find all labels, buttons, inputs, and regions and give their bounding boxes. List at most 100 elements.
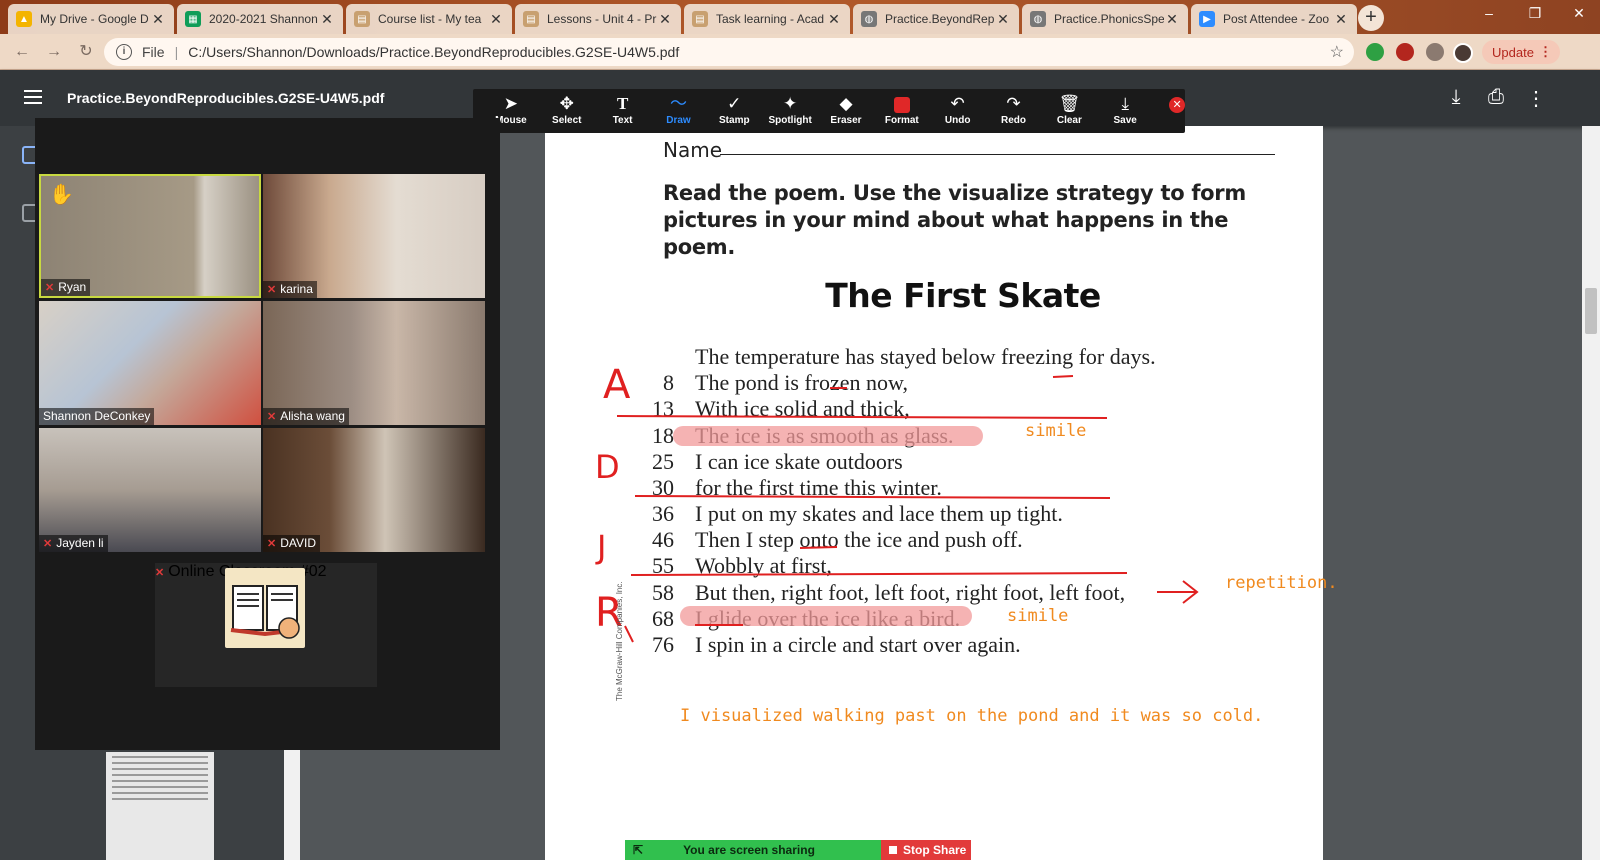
stop-share-button[interactable]: Stop Share [881,840,971,860]
page-scrollbar[interactable] [1582,126,1600,860]
mic-muted-icon: ✕ [267,410,277,423]
reload-icon[interactable]: ↻ [76,42,96,62]
participant-name: ✕ Jayden li [39,535,108,552]
browser-tab[interactable]: ▲ My Drive - Google D ✕ [8,4,174,34]
note-visualized: I visualized walking past on the pond an… [680,706,1264,726]
page-thumbnail[interactable] [106,752,214,860]
browser-tab[interactable]: ◍ Practice.PhonicsSpe ✕ [1022,4,1188,34]
tool-eraser[interactable]: ◆ Eraser [818,89,874,133]
text-icon: T [616,94,629,113]
profile-avatar[interactable] [1453,43,1473,63]
tool-clear[interactable]: 🗑 Clear [1041,89,1097,133]
download-icon[interactable]: ⤓ [1444,86,1468,109]
tool-spotlight[interactable]: ✦ Spotlight [762,89,818,133]
tool-draw[interactable]: 〜 Draw [651,89,707,133]
mic-muted-icon: ✕ [267,537,277,550]
close-tab-icon[interactable]: ✕ [1164,11,1180,28]
redo-icon: ↷ [1006,94,1021,113]
participant-video-tile[interactable]: Shannon DeConkey [39,301,261,425]
minimize-icon[interactable]: – [1466,0,1512,28]
participant-video-tile[interactable]: ✕ DAVID [263,428,485,552]
close-window-icon[interactable]: ✕ [1556,0,1600,28]
google-drive-icon: ▲ [16,11,32,27]
name-line [720,154,1275,155]
checkmark-icon: ✓ [727,94,742,113]
classroom-tile[interactable]: ✕Online Classroom #02 [155,563,377,687]
spotlight-icon: ✦ [783,94,798,113]
menu-dots-icon: ⋮ [1539,44,1552,59]
undo-icon: ↶ [950,94,965,113]
globe-icon: ◍ [861,11,877,27]
tool-undo[interactable]: ↶ Undo [930,89,986,133]
note-simile-2: simile [1007,606,1069,626]
instructions: Read the poem. Use the visualize strateg… [663,181,1246,259]
tab-label: Lessons - Unit 4 - Pr [547,12,657,26]
close-tab-icon[interactable]: ✕ [150,11,166,28]
zoom-gallery-view: ✋ ✕ Ryan ✕ karina Shannon DeConkey ✕ Alisha… [35,118,500,750]
tool-redo[interactable]: ↷ Redo [986,89,1042,133]
google-sheets-icon: ▦ [185,11,201,27]
participant-video-tile[interactable]: ✕ karina [263,174,485,298]
menu-icon[interactable] [24,90,42,104]
tab-label: My Drive - Google D [40,12,149,26]
back-icon[interactable]: ← [12,42,32,62]
tool-save[interactable]: ⤓ Save [1097,89,1153,133]
tool-format[interactable]: Format [874,89,930,133]
copyright-credit: The McGraw-Hill Companies, Inc. [615,581,624,701]
close-tab-icon[interactable]: ✕ [488,11,504,28]
tool-stamp[interactable]: ✓ Stamp [706,89,762,133]
save-icon: ⤓ [1121,94,1129,113]
participant-video-tile[interactable]: ✋ ✕ Ryan [39,174,261,298]
close-tab-icon[interactable]: ✕ [826,11,842,28]
address-bar[interactable]: i File | C:/Users/Shannon/Downloads/Prac… [104,38,1354,66]
tab-label: Post Attendee - Zoo [1223,12,1330,26]
bookmark-star-icon[interactable]: ☆ [1330,42,1344,62]
extension-ublock-icon[interactable] [1396,43,1414,61]
browser-tab[interactable]: ▤ Task learning - Acad ✕ [684,4,850,34]
more-options-icon[interactable]: ⋮ [1524,86,1548,111]
forward-icon[interactable]: → [44,42,64,62]
marker-a: A [603,362,631,408]
pdf-title: Practice.BeyondReproducibles.G2SE-U4W5.p… [67,90,385,106]
scrollbar-thumb[interactable] [1585,288,1597,334]
print-icon[interactable]: ⎙ [1484,86,1508,109]
close-tab-icon[interactable]: ✕ [657,11,673,28]
close-annotation-icon[interactable]: ✕ [1169,97,1186,113]
participant-name: ✕ Ryan [41,279,91,296]
participant-video-tile[interactable]: ✕ Alisha wang [263,301,485,425]
extension-puzzle-icon[interactable] [1426,43,1444,61]
tool-text[interactable]: T Text [595,89,651,133]
browser-tab[interactable]: ▤ Lessons - Unit 4 - Pr ✕ [515,4,681,34]
restore-icon[interactable]: ❐ [1512,0,1558,28]
pdf-page: Name Read the poem. Use the visualize st… [545,126,1338,860]
sharing-message: You are screen sharing [683,843,815,857]
marker-j: J [595,528,606,566]
tool-select[interactable]: ✥ Select [539,89,595,133]
new-tab-button[interactable]: + [1358,5,1384,31]
url-text[interactable]: C:/Users/Shannon/Downloads/Practice.Beyo… [188,44,679,60]
browser-tab-strip: ▲ My Drive - Google D ✕ ▦ 2020-2021 Shan… [0,0,1600,34]
browser-tab[interactable]: ▤ Course list - My tea ✕ [346,4,512,34]
close-tab-icon[interactable]: ✕ [1333,11,1349,28]
format-icon [893,93,910,115]
tab-label: Practice.BeyondRep [885,12,995,26]
close-tab-icon[interactable]: ✕ [319,11,335,28]
move-icon: ✥ [559,94,574,113]
extension-green-icon[interactable] [1366,43,1384,61]
browser-tab[interactable]: ▦ 2020-2021 Shannon ✕ [177,4,343,34]
note-simile-1: simile [1025,421,1087,441]
separator: | [174,44,179,60]
note-repetition: repetition. [1225,573,1338,593]
browser-tab[interactable]: ▶ Post Attendee - Zoo ✕ [1191,4,1357,34]
participant-video-tile[interactable]: ✕ Jayden li [39,428,261,552]
close-tab-icon[interactable]: ✕ [995,11,1011,28]
raised-hand-icon: ✋ [49,184,74,206]
sharing-status[interactable]: ⇱ You are screen sharing [625,840,881,860]
participant-name: ✕ karina [263,281,317,298]
browser-tab-active[interactable]: ◍ Practice.BeyondRep ✕ [853,4,1019,34]
poem-title: The First Skate [825,276,1101,315]
info-icon[interactable]: i [116,44,132,60]
repetition-arrow [1157,580,1199,604]
browser-toolbar: ← → ↻ i File | C:/Users/Shannon/Download… [0,34,1600,70]
update-button[interactable]: Update ⋮ [1482,40,1560,64]
